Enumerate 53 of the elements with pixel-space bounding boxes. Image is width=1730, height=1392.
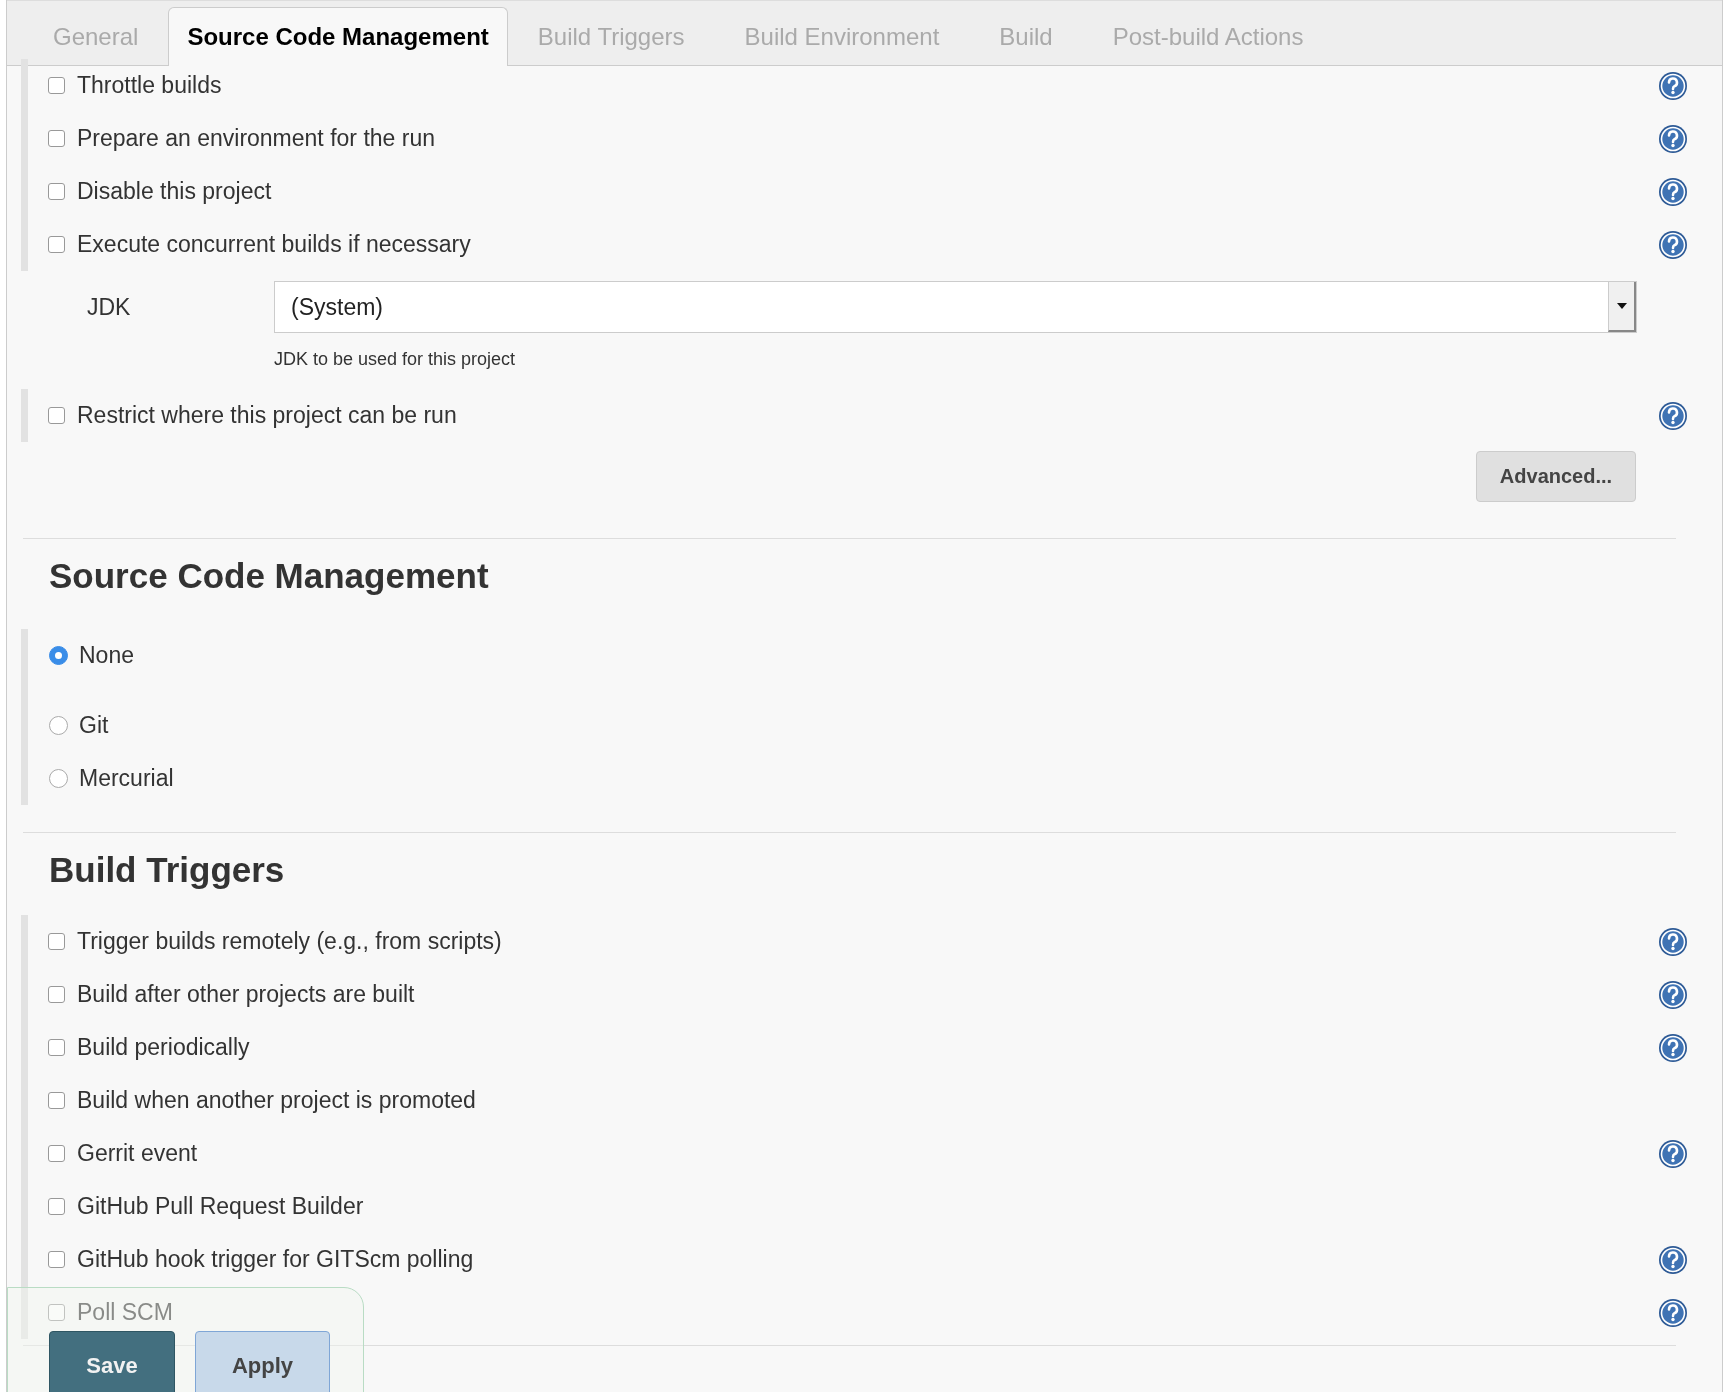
checkbox-label: Build after other projects are built (77, 981, 415, 1008)
checkbox-label: Trigger builds remotely (e.g., from scripts) (77, 928, 502, 955)
checkbox-label: Disable this project (77, 178, 272, 205)
checkbox[interactable] (48, 236, 65, 253)
radio-label: Mercurial (79, 765, 174, 792)
help-icon[interactable] (1658, 979, 1688, 1010)
help-icon[interactable] (1658, 926, 1688, 957)
checkbox[interactable] (48, 1251, 65, 1268)
checkbox[interactable] (48, 407, 65, 424)
checkbox[interactable] (48, 986, 65, 1003)
radio-label: None (79, 642, 134, 669)
field-label: JDK (86, 293, 132, 321)
section-heading: Build Triggers (48, 849, 286, 891)
save-button[interactable]: Save (49, 1331, 175, 1392)
tab[interactable]: Source Code Management (168, 7, 508, 66)
checkbox[interactable] (48, 183, 65, 200)
checkbox[interactable] (48, 130, 65, 147)
checkbox[interactable] (48, 1092, 65, 1109)
checkbox-label: GitHub Pull Request Builder (77, 1193, 364, 1220)
help-text: JDK to be used for this project (274, 349, 517, 371)
help-icon[interactable] (1658, 176, 1688, 207)
radio-button[interactable] (49, 716, 68, 735)
checkbox[interactable] (48, 933, 65, 950)
radio-button[interactable] (49, 769, 68, 788)
checkbox[interactable] (48, 1304, 65, 1321)
radio-button[interactable] (49, 646, 68, 665)
help-icon[interactable] (1658, 1297, 1688, 1328)
help-icon[interactable] (1658, 70, 1688, 101)
help-icon[interactable] (1658, 1244, 1688, 1275)
checkbox-label: Restrict where this project can be run (77, 402, 457, 429)
help-icon[interactable] (1658, 1032, 1688, 1063)
advanced-button[interactable]: Advanced... (1476, 451, 1636, 502)
checkbox-label: Gerrit event (77, 1140, 198, 1167)
help-icon[interactable] (1658, 400, 1688, 431)
checkbox[interactable] (48, 1039, 65, 1056)
checkbox[interactable] (48, 1198, 65, 1215)
help-icon[interactable] (1658, 229, 1688, 260)
checkbox-label: Prepare an environment for the run (77, 125, 435, 152)
checkbox[interactable] (48, 77, 65, 94)
caret-icon (1616, 303, 1627, 309)
jdk-select[interactable]: (System) (274, 281, 1637, 333)
help-icon[interactable] (1658, 123, 1688, 154)
section-heading: Source Code Management (48, 555, 490, 597)
checkbox-label: GitHub hook trigger for GITScm polling (77, 1246, 474, 1273)
checkbox-label: Build when another project is promoted (77, 1087, 476, 1114)
radio-label: Git (79, 712, 109, 739)
checkbox-label: Execute concurrent builds if necessary (77, 231, 471, 258)
checkbox-label: Build periodically (77, 1034, 250, 1061)
apply-button[interactable]: Apply (195, 1331, 330, 1392)
checkbox[interactable] (48, 1145, 65, 1162)
checkbox-label: Poll SCM (77, 1299, 173, 1326)
checkbox-label: Throttle builds (77, 72, 222, 99)
help-icon[interactable] (1658, 1138, 1688, 1169)
